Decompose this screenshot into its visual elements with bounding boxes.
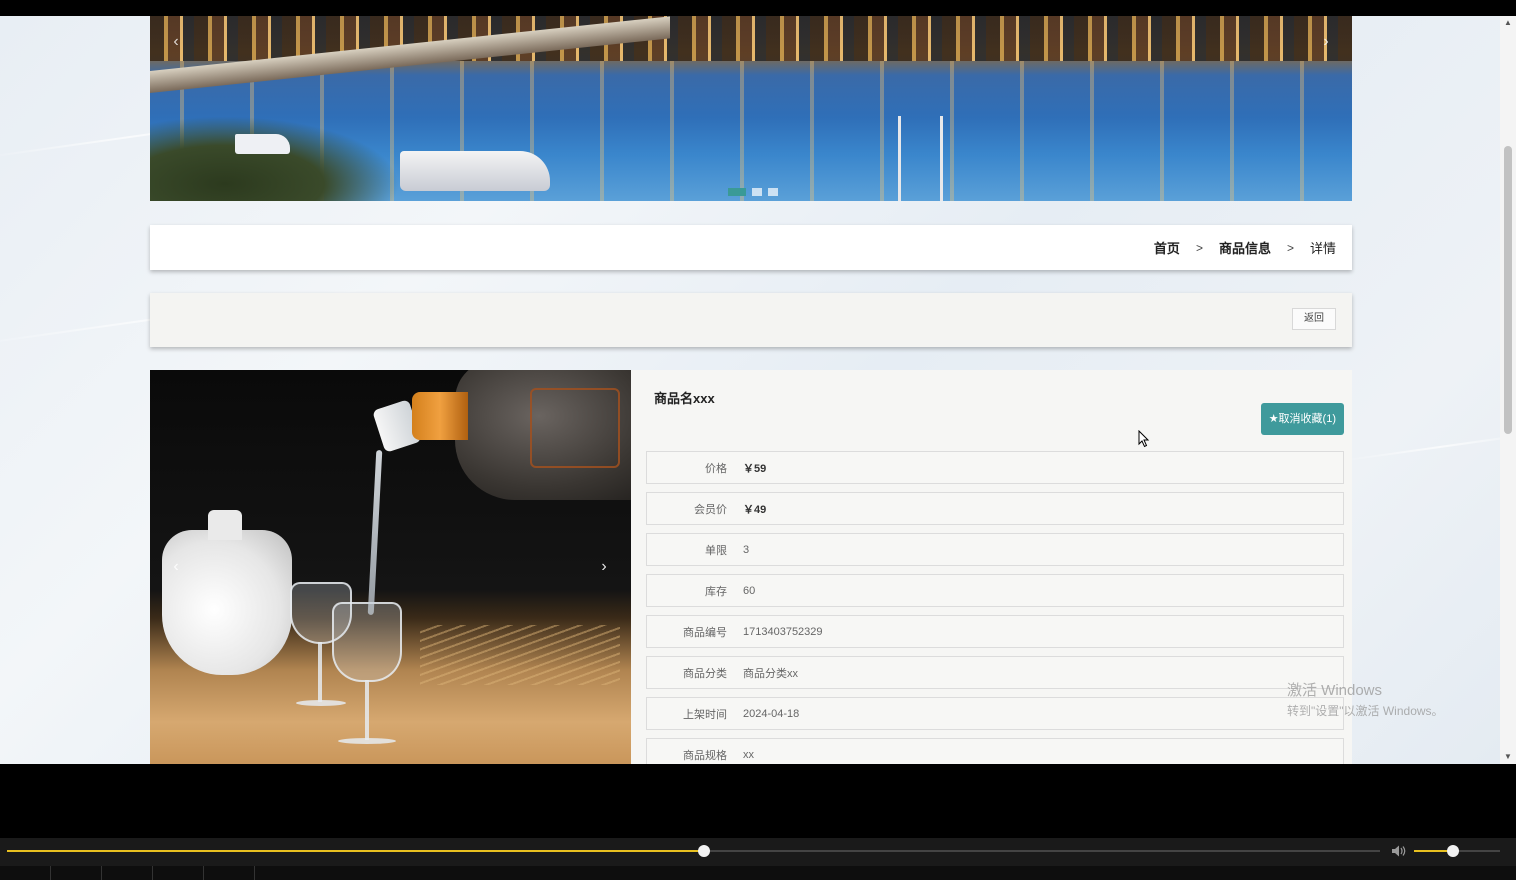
product-detail: ‹ › 商品名xxx ★取消收藏(1) 价格 ￥59 会员价 ￥49 单限 3: [150, 370, 1352, 764]
wheat-stalks: [420, 625, 620, 685]
field-label: 单限: [705, 544, 727, 557]
field-row-price: 价格 ￥59: [646, 451, 1344, 484]
field-row-member-price: 会员价 ￥49: [646, 492, 1344, 525]
breadcrumb-separator: >: [1286, 240, 1294, 255]
field-label: 价格: [705, 462, 727, 475]
watermark-title: 激活 Windows: [1287, 682, 1383, 699]
field-value: 1713403752329: [743, 625, 823, 638]
volume-handle[interactable]: [1446, 845, 1459, 857]
watermark-subtitle: 转到"设置"以激活 Windows。: [1287, 704, 1444, 718]
glass-base: [338, 738, 396, 744]
banner-indicator[interactable]: [768, 188, 778, 196]
field-row-stock: 库存 60: [646, 574, 1344, 607]
field-value: 2024-04-18: [743, 707, 800, 720]
field-label: 上架时间: [683, 708, 727, 721]
field-label: 商品分类: [683, 667, 727, 680]
banner-mast: [898, 116, 901, 201]
vertical-scrollbar[interactable]: ▲ ▼: [1500, 16, 1516, 764]
banner-yacht: [400, 151, 550, 191]
field-label: 商品规格: [683, 749, 727, 762]
field-value: xx: [743, 748, 754, 761]
seek-handle[interactable]: [698, 845, 711, 857]
seek-bar[interactable]: [7, 845, 1380, 857]
white-jar-neck: [208, 510, 242, 540]
field-row-category: 商品分类 商品分类xx: [646, 656, 1344, 689]
field-label: 库存: [705, 585, 727, 598]
taskbar: [0, 866, 1516, 880]
breadcrumb-section[interactable]: 商品信息: [1219, 238, 1271, 257]
field-row-limit: 单限 3: [646, 533, 1344, 566]
browser-viewport: ‹ › 首页 > 商品信息 > 详情 返回 ‹ › 商品名xxx ★取消收藏(1…: [0, 16, 1500, 764]
unfavorite-button[interactable]: ★取消收藏(1): [1260, 403, 1344, 435]
field-value: 商品分类xx: [743, 667, 798, 680]
field-label: 商品编号: [683, 626, 727, 639]
product-name: 商品名xxx: [654, 391, 715, 406]
breadcrumb-current: 详情: [1309, 241, 1336, 256]
banner-palms: [150, 116, 400, 201]
glass-stem: [365, 680, 369, 740]
bottle-label: [530, 388, 620, 468]
field-value: 3: [743, 543, 750, 556]
breadcrumb-separator: >: [1195, 240, 1203, 255]
product-info: 商品名xxx ★取消收藏(1) 价格 ￥59 会员价 ￥49 单限 3 库存 6…: [646, 370, 1344, 764]
seek-progress: [7, 850, 705, 852]
image-next-button[interactable]: ›: [594, 555, 614, 579]
field-value: ￥59: [743, 462, 767, 475]
field-value: 60: [743, 584, 756, 597]
bottle-cap: [412, 392, 468, 440]
product-image-carousel: ‹ ›: [150, 370, 631, 764]
taskbar-slot[interactable]: [153, 866, 204, 880]
windows-activation-watermark: 激活 Windows 转到"设置"以激活 Windows。: [1287, 679, 1444, 719]
banner-prev-button[interactable]: ‹: [164, 30, 188, 54]
image-prev-button[interactable]: ‹: [166, 555, 186, 579]
action-bar: 返回: [150, 293, 1352, 347]
banner-boat: [235, 134, 290, 154]
banner-next-button[interactable]: ›: [1314, 30, 1338, 54]
field-label: 会员价: [694, 503, 727, 516]
field-row-product-id: 商品编号 1713403752329: [646, 615, 1344, 648]
taskbar-slot[interactable]: [102, 866, 153, 880]
taskbar-slot[interactable]: [0, 866, 51, 880]
taskbar-slot[interactable]: [204, 866, 255, 880]
banner-carousel: ‹ ›: [150, 16, 1352, 201]
pouring-stream: [367, 449, 383, 616]
banner-mast: [940, 116, 943, 201]
liquor-glass: [332, 602, 402, 682]
breadcrumb-home[interactable]: 首页: [1154, 238, 1180, 257]
banner-indicator[interactable]: [752, 188, 762, 196]
field-value: ￥49: [743, 503, 767, 516]
taskbar-slot[interactable]: [51, 866, 102, 880]
volume-slider[interactable]: [1414, 845, 1500, 857]
background-streak: [1340, 432, 1500, 462]
glass-stem: [318, 642, 322, 702]
screen: ‹ › 首页 > 商品信息 > 详情 返回 ‹ › 商品名xxx ★取消收藏(1…: [0, 0, 1516, 880]
scroll-down-icon[interactable]: ▼: [1500, 750, 1516, 764]
speaker-icon[interactable]: [1390, 844, 1410, 860]
field-row-spec: 商品规格 xx: [646, 738, 1344, 764]
white-jar: [162, 530, 292, 675]
glass-base: [296, 700, 346, 706]
scrollbar-thumb[interactable]: [1504, 146, 1512, 434]
video-player-controls: [0, 838, 1516, 866]
breadcrumb: 首页 > 商品信息 > 详情: [150, 225, 1352, 270]
banner-indicator[interactable]: [728, 188, 746, 196]
banner-indicators: [728, 188, 778, 196]
field-row-listed-date: 上架时间 2024-04-18: [646, 697, 1344, 730]
scroll-up-icon[interactable]: ▲: [1500, 16, 1516, 30]
back-button[interactable]: 返回: [1292, 308, 1336, 330]
